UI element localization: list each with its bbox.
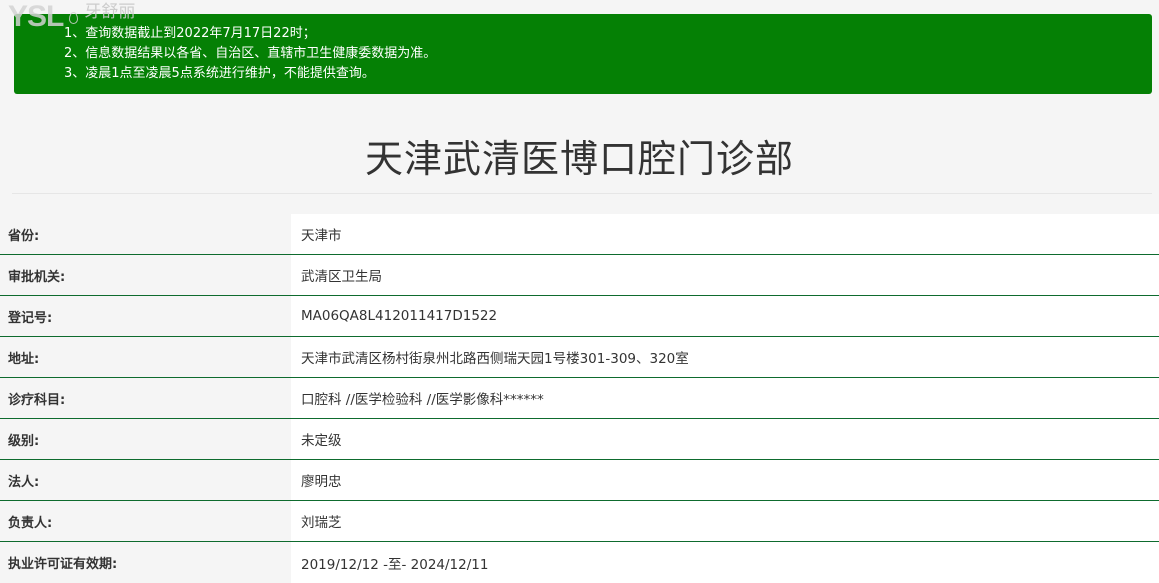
detail-value: 天津市武清区杨村街泉州北路西侧瑞天园1号楼301-309、320室 <box>291 337 1159 377</box>
detail-label: 诊疗科目: <box>0 378 291 418</box>
detail-value: 口腔科 //医学检验科 //医学影像科****** <box>291 378 1159 418</box>
detail-value: 未定级 <box>291 419 1159 459</box>
detail-row-person-in-charge: 负责人: 刘瑞芝 <box>0 501 1159 542</box>
notice-line-1: 1、查询数据截止到2022年7月17日22时； <box>64 26 316 41</box>
detail-row-departments: 诊疗科目: 口腔科 //医学检验科 //医学影像科****** <box>0 378 1159 419</box>
notice-banner: 1、查询数据截止到2022年7月17日22时； 2、信息数据结果以各省、自治区、… <box>14 14 1152 94</box>
detail-row-license-validity: 执业许可证有效期: 2019/12/12 -至- 2024/12/11 <box>0 542 1159 583</box>
title-divider <box>12 193 1152 194</box>
detail-label: 级别: <box>0 419 291 459</box>
detail-row-legal-person: 法人: 廖明忠 <box>0 460 1159 501</box>
clinic-name-title: 天津武清医博口腔门诊部 <box>364 137 794 181</box>
detail-value: 2019/12/12 -至- 2024/12/11 <box>291 542 1159 583</box>
detail-row-registration-number: 登记号: MA06QA8L412011417D1522 <box>0 296 1159 337</box>
detail-label: 法人: <box>0 460 291 500</box>
detail-value: MA06QA8L412011417D1522 <box>291 296 1159 336</box>
detail-row-address: 地址: 天津市武清区杨村街泉州北路西侧瑞天园1号楼301-309、320室 <box>0 337 1159 378</box>
detail-value: 廖明忠 <box>291 460 1159 500</box>
detail-row-province: 省份: 天津市 <box>0 214 1159 255</box>
detail-label: 负责人: <box>0 501 291 541</box>
detail-row-authority: 审批机关: 武清区卫生局 <box>0 255 1159 296</box>
detail-row-level: 级别: 未定级 <box>0 419 1159 460</box>
detail-value: 天津市 <box>291 214 1159 254</box>
detail-label: 执业许可证有效期: <box>0 542 291 583</box>
detail-label: 地址: <box>0 337 291 377</box>
detail-label: 省份: <box>0 214 291 254</box>
notice-line-3: 3、凌晨1点至凌晨5点系统进行维护，不能提供查询。 <box>64 66 375 81</box>
detail-label: 审批机关: <box>0 255 291 295</box>
detail-value: 刘瑞芝 <box>291 501 1159 541</box>
clinic-details-table: 省份: 天津市 审批机关: 武清区卫生局 登记号: MA06QA8L412011… <box>0 214 1159 583</box>
detail-label: 登记号: <box>0 296 291 336</box>
notice-line-2: 2、信息数据结果以各省、自治区、直辖市卫生健康委数据为准。 <box>64 46 437 61</box>
detail-value: 武清区卫生局 <box>291 255 1159 295</box>
